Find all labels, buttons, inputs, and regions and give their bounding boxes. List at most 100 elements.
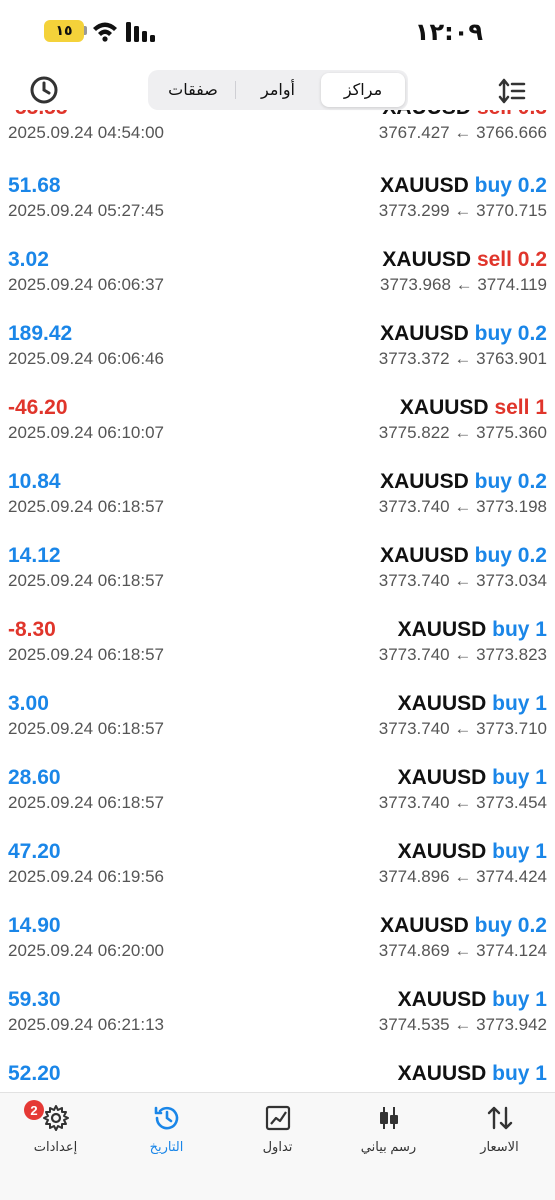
row-side: buy 0.2 [474, 470, 547, 493]
row-prices: 3774.535 ← 3773.942 [378, 1015, 547, 1034]
history-icon [154, 1106, 178, 1130]
row-time: 2025.09.24 06:06:37 [8, 275, 164, 294]
tab-quotes[interactable]: الاسعار [444, 1093, 555, 1200]
header: مراكز أوامر صفقات [0, 66, 555, 114]
tab-positions[interactable]: مراكز [321, 73, 405, 107]
row-profit: 3.02 [8, 248, 49, 271]
line-chart-icon [265, 1105, 290, 1131]
list-item[interactable]: 3.00 2025.09.24 06:18:57 XAUUSD buy 1 3773.… [0, 692, 555, 766]
status-bar: ١٢:٠٩ ١٥ [0, 0, 555, 66]
row-symbol: XAUUSD [397, 840, 487, 863]
row-time: 2025.09.24 06:06:46 [8, 349, 164, 368]
row-profit: -8.30 [8, 618, 56, 641]
list-item[interactable]: -55.55 2025.09.24 04:54:00 XAUUSD sell 0… [0, 110, 555, 170]
row-profit: 14.90 [8, 914, 61, 937]
clock-icon[interactable] [28, 74, 60, 106]
row-profit: -46.20 [8, 396, 68, 419]
row-time: 2025.09.24 05:27:45 [8, 201, 164, 220]
row-side: buy 1 [492, 988, 547, 1011]
row-title: XAUUSD buy 0.2 [380, 322, 547, 346]
list-item[interactable]: -46.20 2025.09.24 06:10:07 XAUUSD sell 1 37… [0, 396, 555, 470]
row-title: XAUUSD buy 1 [398, 988, 547, 1012]
tab-quotes-label: الاسعار [480, 1139, 519, 1154]
list-item[interactable]: 59.30 2025.09.24 06:21:13 XAUUSD buy 1 3774… [0, 988, 555, 1062]
segmented-control: مراكز أوامر صفقات [148, 70, 408, 110]
row-symbol: XAUUSD [380, 914, 469, 937]
row-side: buy 0.2 [474, 544, 547, 567]
list-item[interactable]: 52.20 XAUUSD buy 1 [0, 1062, 555, 1092]
row-symbol: XAUUSD [397, 618, 487, 641]
tab-history[interactable]: التاريخ [111, 1093, 222, 1200]
row-profit: 52.20 [8, 1062, 61, 1085]
wifi-icon [93, 22, 117, 42]
row-title: XAUUSD buy 1 [398, 766, 547, 790]
row-symbol: XAUUSD [380, 544, 469, 567]
tab-history-label: التاريخ [149, 1139, 184, 1154]
list-item[interactable]: 14.90 2025.09.24 06:20:00 XAUUSD buy 0.2 37… [0, 914, 555, 988]
row-title: XAUUSD buy 0.2 [380, 470, 547, 494]
row-time: 2025.09.24 06:19:56 [8, 867, 164, 886]
row-prices: 3774.869 ← 3774.124 [378, 941, 547, 960]
row-symbol: XAUUSD [397, 692, 487, 715]
row-profit: 28.60 [8, 766, 61, 789]
signal-icon [126, 22, 155, 42]
gear-icon [42, 1105, 69, 1131]
row-time: 2025.09.24 06:18:57 [8, 571, 164, 590]
row-title: XAUUSD buy 0.2 [380, 174, 547, 198]
list-item[interactable]: 189.42 2025.09.24 06:06:46 XAUUSD buy 0.2 3… [0, 322, 555, 396]
row-profit: 14.12 [8, 544, 61, 567]
row-symbol: XAUUSD [397, 988, 487, 1011]
list-item[interactable]: 28.60 2025.09.24 06:18:57 XAUUSD buy 1 3773… [0, 766, 555, 840]
row-side: buy 1 [492, 618, 547, 641]
battery-cap [84, 26, 87, 35]
row-prices: 3773.740 ← 3773.198 [378, 497, 547, 516]
list-item[interactable]: -8.30 2025.09.24 06:18:57 XAUUSD buy 1 3773… [0, 618, 555, 692]
tab-positions-label: مراكز [343, 82, 383, 99]
row-symbol: XAUUSD [382, 110, 471, 119]
row-side: buy 0.2 [474, 174, 547, 197]
tab-settings[interactable]: إعدادات 2 [0, 1093, 111, 1200]
row-time: 2025.09.24 06:20:00 [8, 941, 164, 960]
row-time: 2025.09.24 06:21:13 [8, 1015, 164, 1034]
battery-level: ١٥ [55, 23, 73, 39]
list-item[interactable]: 14.12 2025.09.24 06:18:57 XAUUSD buy 0.2 37… [0, 544, 555, 618]
row-prices: 3773.968 ← 3774.119 [380, 275, 547, 294]
row-time: 2025.09.24 06:18:57 [8, 793, 164, 812]
row-profit: 3.00 [8, 692, 49, 715]
row-prices: 3773.740 ← 3773.710 [378, 719, 547, 738]
list-item[interactable]: 47.20 2025.09.24 06:19:56 XAUUSD buy 1 3774… [0, 840, 555, 914]
row-symbol: XAUUSD [397, 766, 487, 789]
history-list[interactable]: -55.55 2025.09.24 04:54:00 XAUUSD sell 0… [0, 110, 555, 1092]
list-item[interactable]: 51.68 2025.09.24 05:27:45 XAUUSD buy 0.2 37… [0, 174, 555, 248]
tab-trade[interactable]: تداول [222, 1093, 333, 1200]
row-prices: 3775.822 ← 3775.360 [378, 423, 547, 442]
row-profit: 51.68 [8, 174, 61, 197]
list-item[interactable]: 10.84 2025.09.24 06:18:57 XAUUSD buy 0.2 37… [0, 470, 555, 544]
row-time: 2025.09.24 04:54:00 [8, 123, 164, 142]
row-title: XAUUSD buy 0.2 [380, 544, 547, 568]
row-profit: 10.84 [8, 470, 61, 493]
sort-icon[interactable] [497, 76, 527, 106]
row-time: 2025.09.24 06:18:57 [8, 645, 164, 664]
tab-chart[interactable]: رسم بياني [333, 1093, 444, 1200]
row-prices: 3773.740 ← 3773.034 [378, 571, 547, 590]
list-item[interactable]: 3.02 2025.09.24 06:06:37 XAUUSD sell 0.2 37… [0, 248, 555, 322]
row-title: XAUUSD sell 0.3 [382, 110, 547, 120]
tab-chart-label: رسم بياني [360, 1139, 417, 1154]
row-symbol: XAUUSD [382, 248, 472, 271]
row-title: XAUUSD buy 1 [398, 692, 547, 716]
row-prices: 3773.740 ← 3773.454 [378, 793, 547, 812]
tab-orders[interactable]: أوامر [236, 73, 320, 107]
tab-deals-label: صفقات [168, 82, 218, 99]
tab-orders-label: أوامر [260, 82, 295, 99]
row-time: 2025.09.24 06:18:57 [8, 497, 164, 516]
row-symbol: XAUUSD [380, 322, 469, 345]
row-title: XAUUSD buy 1 [398, 618, 547, 642]
row-profit: 59.30 [8, 988, 61, 1011]
row-profit: 47.20 [8, 840, 61, 863]
row-time: 2025.09.24 06:10:07 [8, 423, 164, 442]
row-side: sell 1 [494, 396, 547, 419]
tab-deals[interactable]: صفقات [151, 73, 235, 107]
battery-icon: ١٥ [44, 20, 84, 42]
row-side: buy 1 [492, 766, 547, 789]
